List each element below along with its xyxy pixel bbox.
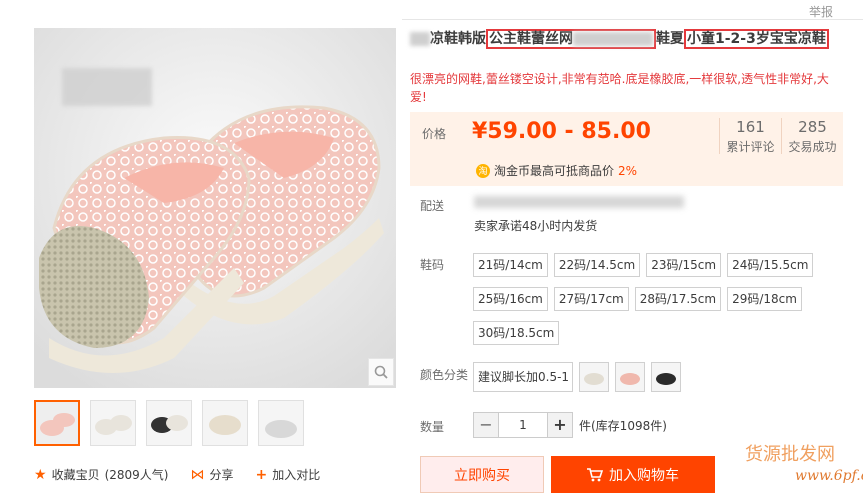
thumbnail-image <box>36 402 78 444</box>
coin-text: 淘金币最高可抵商品价 <box>494 164 615 178</box>
cart-icon <box>587 467 603 481</box>
thumbnail-3[interactable] <box>146 400 192 446</box>
color-swatch-image <box>616 363 644 391</box>
size-option[interactable]: 29码/18cm <box>727 287 802 311</box>
thumbnail-4[interactable] <box>202 400 248 446</box>
item-actions: ★ 收藏宝贝 (2809人气) ⋈ 分享 + 加入对比 <box>34 466 342 483</box>
title-highlight: 小童1-2-3岁宝宝凉鞋 <box>684 29 829 49</box>
share-label: 分享 <box>209 468 234 482</box>
reviews-count: 161 <box>736 118 765 136</box>
plus-icon: + <box>255 466 268 483</box>
reviews-stat[interactable]: 161 累计评论 <box>719 118 781 154</box>
color-option-text[interactable]: 建议脚长加0.5-1 <box>473 362 573 392</box>
sales-stat: 285 交易成功 <box>781 118 843 154</box>
thumbnail-2[interactable] <box>90 400 136 446</box>
compare-button[interactable]: + 加入对比 <box>256 466 321 483</box>
blurred-delivery-location <box>474 196 684 208</box>
product-subtitle: 很漂亮的网鞋,蕾丝镂空设计,非常有范哈.底是橡胶底,一样很软,透气性非常好,大爱… <box>410 72 829 104</box>
size-option[interactable]: 23码/15cm <box>646 253 722 277</box>
color-option-white[interactable] <box>579 362 609 392</box>
favorite-count: (2809人气) <box>104 468 169 482</box>
thumbnail-list <box>34 400 304 446</box>
thumbnail-5[interactable] <box>258 400 304 446</box>
size-option[interactable]: 28码/17.5cm <box>634 287 722 311</box>
thumbnail-image <box>91 401 135 445</box>
taojinbi-info: 淘 淘金币最高可抵商品价 2% <box>476 162 637 179</box>
price-value: ¥59.00 - 85.00 <box>472 119 651 144</box>
zoom-button[interactable] <box>368 358 394 386</box>
size-option[interactable]: 21码/14cm <box>473 253 548 277</box>
buy-now-button[interactable]: 立即购买 <box>420 456 544 493</box>
share-button[interactable]: ⋈ 分享 <box>190 466 233 483</box>
color-option-pink[interactable] <box>615 362 645 392</box>
report-link[interactable]: 举报 <box>809 3 833 20</box>
coin-icon: 淘 <box>476 163 490 178</box>
size-option[interactable]: 27码/17cm <box>553 287 629 311</box>
size-option[interactable]: 24码/15.5cm <box>727 253 814 277</box>
main-product-image <box>34 28 396 388</box>
title-highlight-text: 小童1-2-3岁宝宝凉鞋 <box>687 31 826 47</box>
quantity-stepper: − 1 + 件(库存1098件) <box>473 412 667 438</box>
price-label: 价格 <box>422 127 447 141</box>
thumbnail-image <box>203 401 247 445</box>
star-icon: ★ <box>34 466 47 483</box>
quantity-increase-button[interactable]: + <box>547 412 573 438</box>
quantity-decrease-button[interactable]: − <box>473 412 499 438</box>
size-label: 鞋码 <box>420 258 445 272</box>
add-to-cart-button[interactable]: 加入购物车 <box>551 456 715 493</box>
add-to-cart-label: 加入购物车 <box>609 467 679 484</box>
thumbnail-image <box>147 401 191 445</box>
product-title: 凉鞋韩版 公主鞋蕾丝网 鞋夏 小童1-2-3岁宝宝凉鞋 <box>410 28 850 49</box>
delivery-label: 配送 <box>420 199 445 213</box>
magnifier-icon <box>374 365 388 379</box>
blurred-text <box>410 32 430 46</box>
thumbnail-1[interactable] <box>34 400 80 446</box>
stats: 161 累计评论 285 交易成功 <box>719 118 843 154</box>
color-swatch-image <box>580 363 608 391</box>
share-icon: ⋈ <box>190 466 205 483</box>
color-swatch-image <box>652 363 680 391</box>
quantity-label: 数量 <box>420 420 445 434</box>
color-option-black[interactable] <box>651 362 681 392</box>
title-highlight-text: 公主鞋蕾丝网 <box>489 31 573 47</box>
delivery-promise: 卖家承诺48小时内发货 <box>474 219 598 233</box>
thumbnail-image <box>259 401 303 445</box>
size-option[interactable]: 22码/14.5cm <box>553 253 641 277</box>
sales-label: 交易成功 <box>788 140 837 154</box>
coin-percent: 2% <box>618 163 638 178</box>
favorite-button[interactable]: ★ 收藏宝贝 (2809人气) <box>34 466 168 483</box>
buy-now-label: 立即购买 <box>454 467 510 484</box>
color-label: 颜色分类 <box>420 368 469 382</box>
title-part: 鞋夏 <box>656 31 684 47</box>
size-option[interactable]: 30码/18.5cm <box>473 321 560 345</box>
watermark-url: www.6pf.cn <box>795 468 863 484</box>
stock-text: 件(库存1098件) <box>579 418 667 433</box>
price-box: 价格 ¥59.00 - 85.00 161 累计评论 285 交易成功 淘 淘金… <box>410 112 843 186</box>
title-highlight: 公主鞋蕾丝网 <box>486 29 656 49</box>
quantity-input[interactable]: 1 <box>499 412 547 438</box>
divider <box>402 19 863 20</box>
size-options: 21码/14cm 22码/14.5cm 23码/15cm 24码/15.5cm 25码/… <box>473 253 833 345</box>
favorite-label: 收藏宝贝 <box>51 468 100 482</box>
reviews-label: 累计评论 <box>726 140 775 154</box>
color-options: 建议脚长加0.5-1 <box>473 362 681 392</box>
size-option[interactable]: 25码/16cm <box>473 287 548 311</box>
title-part: 凉鞋韩版 <box>430 31 486 47</box>
watermark-text: 货源批发网 <box>745 444 835 465</box>
sales-count: 285 <box>798 118 827 136</box>
shoes-illustration <box>34 28 396 388</box>
compare-label: 加入对比 <box>272 468 321 482</box>
blurred-text <box>573 32 653 46</box>
